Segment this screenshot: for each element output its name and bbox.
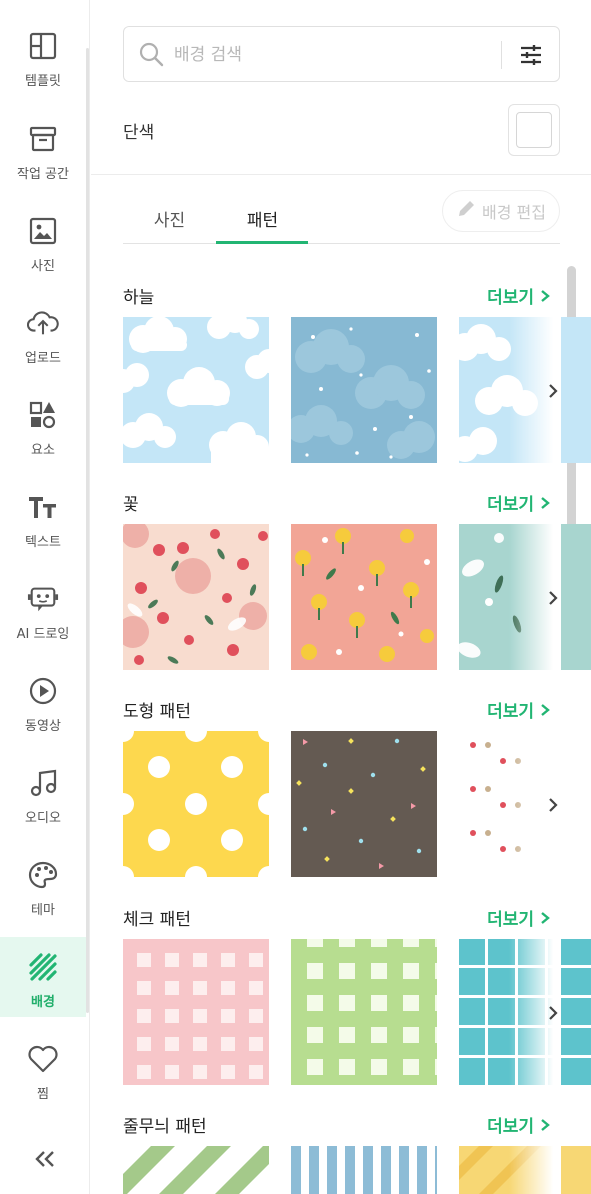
see-more-link[interactable]: 더보기 bbox=[487, 490, 550, 515]
see-more-label: 더보기 bbox=[487, 495, 534, 515]
sidebar-item-label: 사진 bbox=[31, 259, 55, 274]
search-divider bbox=[501, 41, 502, 69]
heart-icon bbox=[27, 1043, 59, 1075]
section-title: 하늘 bbox=[123, 288, 155, 308]
play-circle-icon bbox=[27, 675, 59, 707]
section-title: 줄무늬 패턴 bbox=[123, 1117, 207, 1137]
sidebar-item-theme[interactable]: 테마 bbox=[0, 845, 86, 925]
solid-color-swatch[interactable] bbox=[508, 104, 560, 156]
see-more-link[interactable]: 더보기 bbox=[487, 1112, 550, 1137]
pattern-thumbnail-blue-stripes[interactable] bbox=[291, 1146, 437, 1194]
sidebar-item-label: 업로드 bbox=[25, 351, 61, 366]
see-more-link[interactable]: 더보기 bbox=[487, 283, 550, 308]
sidebar-item-label: 찜 bbox=[37, 1087, 49, 1102]
see-more-link[interactable]: 더보기 bbox=[487, 697, 550, 722]
sidebar-item-photo[interactable]: 사진 bbox=[0, 201, 86, 281]
chevron-right-icon[interactable] bbox=[543, 379, 563, 403]
background-panel: 단색 사진 패턴 배경 편집 하늘 더보기 bbox=[91, 0, 591, 1194]
background-stripes-icon bbox=[27, 951, 59, 983]
sidebar-item-label: AI 드로잉 bbox=[16, 627, 70, 642]
section-check-patterns: 체크 패턴 더보기 bbox=[123, 905, 591, 1089]
sidebar-item-favorites[interactable]: 찜 bbox=[0, 1029, 86, 1109]
music-note-icon bbox=[27, 767, 59, 799]
double-chevron-left-icon[interactable] bbox=[30, 1144, 60, 1174]
see-more-label: 더보기 bbox=[487, 910, 534, 930]
tab-photo[interactable]: 사진 bbox=[123, 206, 216, 231]
sidebar-item-text[interactable]: 텍스트 bbox=[0, 477, 86, 557]
sidebar-scrollbar[interactable] bbox=[86, 48, 89, 1013]
solid-color-label: 단색 bbox=[123, 123, 155, 143]
tab-pattern[interactable]: 패턴 bbox=[216, 206, 309, 231]
ai-robot-icon bbox=[27, 583, 59, 615]
pattern-thumbnail-green-diagonal-stripes[interactable] bbox=[123, 1146, 269, 1194]
text-icon bbox=[27, 491, 59, 523]
filter-sliders-icon[interactable] bbox=[516, 41, 546, 69]
pattern-thumbnail-clouds[interactable] bbox=[123, 317, 269, 463]
search-box bbox=[123, 26, 560, 82]
chevron-right-icon[interactable] bbox=[543, 1001, 563, 1025]
sidebar-item-audio[interactable]: 오디오 bbox=[0, 753, 86, 833]
chevron-right-icon bbox=[541, 496, 550, 509]
section-title: 도형 패턴 bbox=[123, 702, 191, 722]
section-stripe-patterns: 줄무늬 패턴 더보기 bbox=[123, 1112, 591, 1194]
archive-icon bbox=[27, 123, 59, 155]
shapes-icon bbox=[27, 399, 59, 431]
sidebar-item-label: 배경 bbox=[31, 995, 55, 1010]
see-more-link[interactable]: 더보기 bbox=[487, 905, 550, 930]
edit-background-label: 배경 편집 bbox=[482, 203, 546, 222]
solid-color-swatch-fill bbox=[516, 112, 552, 148]
sidebar-item-video[interactable]: 동영상 bbox=[0, 661, 86, 741]
pattern-thumbnail-green-gingham[interactable] bbox=[291, 939, 437, 1085]
pattern-thumbnail-yellow-flowers[interactable] bbox=[291, 524, 437, 670]
sidebar-item-label: 템플릿 bbox=[25, 74, 61, 89]
see-more-label: 더보기 bbox=[487, 702, 534, 722]
chevron-right-icon bbox=[541, 289, 550, 302]
sidebar-item-label: 텍스트 bbox=[25, 535, 61, 550]
pencil-icon bbox=[456, 199, 476, 223]
section-flowers: 꽃 더보기 bbox=[123, 490, 591, 674]
divider bbox=[91, 174, 591, 175]
sidebar-item-label: 작업 공간 bbox=[17, 167, 69, 182]
pattern-thumbnail-pink-gingham[interactable] bbox=[123, 939, 269, 1085]
sidebar-item-label: 테마 bbox=[31, 903, 55, 918]
edit-background-button[interactable]: 배경 편집 bbox=[442, 190, 560, 232]
pattern-thumbnail-confetti[interactable] bbox=[291, 731, 437, 877]
section-title: 체크 패턴 bbox=[123, 910, 191, 930]
sidebar-item-elements[interactable]: 요소 bbox=[0, 385, 86, 465]
section-shape-patterns: 도형 패턴 더보기 bbox=[123, 697, 591, 881]
pattern-thumbnail-yellow-dots[interactable] bbox=[123, 731, 269, 877]
sidebar-item-label: 오디오 bbox=[25, 811, 61, 826]
sidebar-item-ai-drawing[interactable]: AI 드로잉 bbox=[0, 569, 86, 649]
search-input[interactable] bbox=[174, 41, 494, 69]
chevron-right-icon bbox=[541, 1118, 550, 1131]
sidebar-item-template[interactable]: 템플릿 bbox=[0, 16, 86, 96]
palette-icon bbox=[27, 859, 59, 891]
chevron-right-icon bbox=[541, 703, 550, 716]
search-icon bbox=[138, 41, 164, 71]
template-icon bbox=[27, 30, 59, 62]
see-more-label: 더보기 bbox=[487, 288, 534, 308]
see-more-label: 더보기 bbox=[487, 1117, 534, 1137]
section-sky: 하늘 더보기 bbox=[123, 283, 591, 467]
carousel-fade bbox=[509, 1146, 561, 1194]
chevron-right-icon bbox=[541, 911, 550, 924]
sidebar-item-label: 요소 bbox=[31, 443, 55, 458]
chevron-right-icon[interactable] bbox=[543, 793, 563, 817]
pattern-thumbnail-night-sky[interactable] bbox=[291, 317, 437, 463]
active-tab-indicator bbox=[216, 241, 308, 244]
chevron-right-icon[interactable] bbox=[543, 586, 563, 610]
cloud-upload-icon bbox=[27, 307, 59, 339]
pattern-thumbnail-pink-flowers[interactable] bbox=[123, 524, 269, 670]
section-title: 꽃 bbox=[123, 495, 139, 515]
sidebar-item-workspace[interactable]: 작업 공간 bbox=[0, 109, 86, 189]
sidebar-item-label: 동영상 bbox=[25, 719, 61, 734]
image-icon bbox=[27, 215, 59, 247]
sidebar-nav: 템플릿 작업 공간 사진 업로드 요소 텍스트 AI 드로잉 동영상 오디오 테… bbox=[0, 0, 90, 1194]
sidebar-item-upload[interactable]: 업로드 bbox=[0, 293, 86, 373]
app: 템플릿 작업 공간 사진 업로드 요소 텍스트 AI 드로잉 동영상 오디오 테… bbox=[0, 0, 591, 1194]
sidebar-item-background[interactable]: 배경 bbox=[0, 937, 86, 1017]
